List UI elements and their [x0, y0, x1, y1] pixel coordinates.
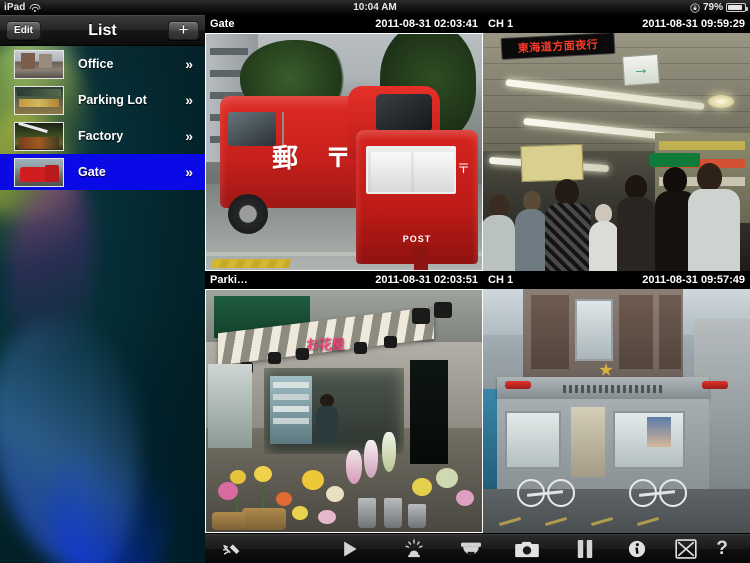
- sidebar-item-label: Gate: [78, 165, 106, 179]
- status-bar-right: 79%: [690, 0, 748, 15]
- chevron-right-icon: »: [185, 92, 193, 108]
- video-pane-timestamp: 2011-08-31 09:59:29: [642, 18, 745, 30]
- video-toolbar: ?: [205, 533, 750, 563]
- video-pane-timestamp: 2011-08-31 02:03:51: [375, 274, 478, 286]
- video-pane-top-right[interactable]: CH 1 2011-08-31 09:59:29 東海道方面夜行 →: [483, 15, 750, 271]
- post-box: 〒 POST: [356, 130, 478, 264]
- bicycle: [629, 475, 687, 507]
- flower-display: [206, 427, 482, 532]
- pause-icon[interactable]: [574, 538, 596, 560]
- sidebar-item-label: Office: [78, 57, 114, 71]
- rotation-lock-icon: [690, 2, 700, 13]
- sidebar-item-label: Factory: [78, 129, 124, 143]
- video-feed-ch1-station: 東海道方面夜行 →: [483, 33, 750, 271]
- list-item-thumbnail: [14, 157, 64, 187]
- video-pane-bottom-right[interactable]: CH 1 2011-08-31 09:57:49: [483, 271, 750, 533]
- fullscreen-icon[interactable]: [673, 538, 699, 560]
- postal-mark: 〒: [456, 162, 470, 177]
- sidebar-item-gate[interactable]: Gate »: [0, 154, 205, 190]
- list-item-thumbnail: [14, 121, 64, 151]
- video-pane-header: CH 1 2011-08-31 09:57:49: [483, 271, 750, 289]
- video-pane-top-left[interactable]: Gate 2011-08-31 02:03:41 郵 〒 便 〒 POST: [205, 15, 483, 271]
- bicycle: [517, 475, 575, 507]
- video-pane-header: CH 1 2011-08-31 09:59:29: [483, 15, 750, 33]
- sidebar: List Edit + Office » Parking Lot » Facto…: [0, 15, 205, 563]
- snapshot-icon[interactable]: [514, 538, 540, 560]
- camera-list: Office » Parking Lot » Factory » Gate »: [0, 46, 205, 190]
- battery-icon: [726, 3, 748, 12]
- sidebar-item-factory[interactable]: Factory »: [0, 118, 205, 154]
- ipad-surveillance-app: iPad 10:04 AM 79% List Edit + Office » P…: [0, 0, 750, 563]
- sidebar-item-label: Parking Lot: [78, 93, 147, 107]
- emergency-exit-sign: →: [621, 53, 661, 87]
- video-pane-body[interactable]: お花屋: [205, 289, 483, 533]
- list-item-thumbnail: [14, 49, 64, 79]
- sidebar-item-office[interactable]: Office »: [0, 46, 205, 82]
- video-pane-body[interactable]: 東海道方面夜行 →: [483, 33, 750, 271]
- flower-shop-sign: お花屋: [306, 338, 346, 353]
- antenna-icon[interactable]: [219, 538, 243, 560]
- chevron-right-icon: »: [185, 56, 193, 72]
- station-crowd: [483, 161, 750, 271]
- video-pane-name: Gate: [210, 18, 235, 30]
- add-button[interactable]: +: [168, 21, 199, 40]
- chevron-right-icon: »: [185, 164, 193, 180]
- play-icon[interactable]: [338, 538, 362, 560]
- video-pane-name: CH 1: [488, 274, 514, 286]
- video-pane-header: Parki… 2011-08-31 02:03:51: [205, 271, 483, 289]
- video-feed-gate: 郵 〒 便 〒 POST: [206, 34, 482, 270]
- sidebar-navigation-bar: List Edit +: [0, 15, 205, 46]
- post-label: POST: [402, 234, 432, 244]
- video-pane-name: CH 1: [488, 18, 514, 30]
- sidebar-item-parking-lot[interactable]: Parking Lot »: [0, 82, 205, 118]
- list-item-thumbnail: [14, 85, 64, 115]
- video-grid: Gate 2011-08-31 02:03:41 郵 〒 便 〒 POST CH…: [205, 15, 750, 533]
- alarm-siren-icon[interactable]: [402, 538, 426, 560]
- edit-button[interactable]: Edit: [6, 21, 41, 40]
- battery-percent: 79%: [702, 2, 723, 13]
- video-pane-bottom-left[interactable]: Parki… 2011-08-31 02:03:51 お花屋: [205, 271, 483, 533]
- video-pane-timestamp: 2011-08-31 02:03:41: [375, 18, 478, 30]
- video-feed-ch1-police-box: [483, 289, 750, 533]
- status-bar: iPad 10:04 AM 79%: [0, 0, 750, 15]
- video-pane-timestamp: 2011-08-31 09:57:49: [642, 274, 745, 286]
- help-icon[interactable]: ?: [712, 538, 732, 560]
- status-bar-time: 10:04 AM: [353, 2, 397, 13]
- video-feed-parking-lot: お花屋: [206, 290, 482, 532]
- chevron-right-icon: »: [185, 128, 193, 144]
- video-pane-name: Parki…: [210, 274, 248, 286]
- info-icon[interactable]: [626, 538, 648, 560]
- dome-camera-icon[interactable]: [458, 538, 484, 560]
- video-pane-header: Gate 2011-08-31 02:03:41: [205, 15, 483, 33]
- video-pane-body[interactable]: 郵 〒 便 〒 POST: [205, 33, 483, 271]
- video-pane-body[interactable]: [483, 289, 750, 533]
